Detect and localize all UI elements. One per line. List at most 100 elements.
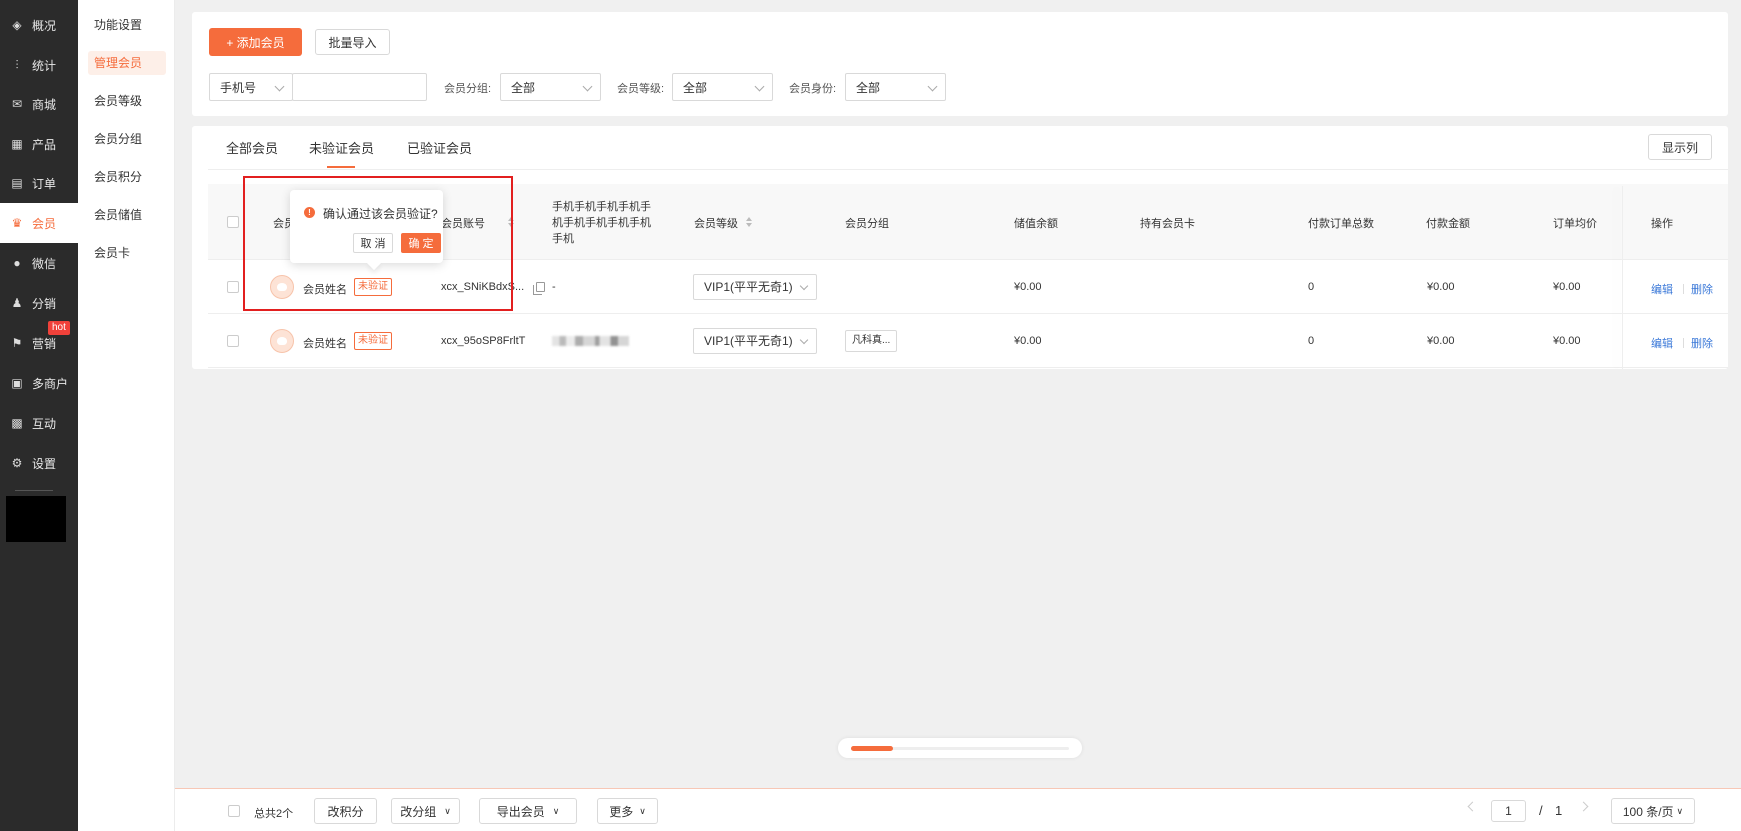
identity-filter-label: 会员身份: xyxy=(789,83,837,95)
member-balance: ¥0.00 xyxy=(1014,281,1042,293)
member-orders: 0 xyxy=(1308,335,1315,347)
identity-filter-value: 全部 xyxy=(856,80,881,95)
sort-icon[interactable] xyxy=(746,217,752,227)
chevron-down-icon xyxy=(582,81,593,92)
nav-item-settings[interactable]: ⚙ 设置 xyxy=(0,443,78,483)
select-all-bottom-checkbox[interactable] xyxy=(228,805,240,817)
nav-item-multistore[interactable]: ▣ 多商户 xyxy=(0,363,78,403)
member-name[interactable]: 会员姓名 xyxy=(303,281,347,297)
confirm-button[interactable]: 确 定 xyxy=(401,233,441,253)
select-all-checkbox[interactable] xyxy=(227,216,239,228)
delete-link[interactable]: 删除 xyxy=(1691,281,1713,297)
nav-item-product[interactable]: ▦ 产品 xyxy=(0,124,78,164)
nav-item-marketing[interactable]: ⚑ 营销 hot xyxy=(0,321,78,363)
member-avg: ¥0.00 xyxy=(1553,335,1581,347)
page-total: 1 xyxy=(1555,803,1563,818)
search-input[interactable] xyxy=(292,73,427,101)
warning-icon: ! xyxy=(304,207,315,218)
add-member-button[interactable]: + 添加会员 xyxy=(209,28,302,56)
clipboard-icon: ▤ xyxy=(11,176,23,190)
nav-item-wechat[interactable]: ● 微信 xyxy=(0,243,78,283)
submenu-item-member-groups[interactable]: 会员分组 xyxy=(88,127,166,151)
search-field-value: 手机号 xyxy=(220,80,257,95)
row-checkbox[interactable] xyxy=(227,281,239,293)
mail-icon: ✉ xyxy=(11,97,23,111)
header-level[interactable]: 会员等级 xyxy=(694,215,738,231)
member-avg: ¥0.00 xyxy=(1553,281,1581,293)
change-points-button[interactable]: 改积分 xyxy=(314,798,377,824)
level-filter-value: 全部 xyxy=(683,80,708,95)
show-columns-button[interactable]: 显示列 xyxy=(1648,134,1712,160)
chevron-down-icon: ∨ xyxy=(1676,805,1684,816)
copy-icon[interactable] xyxy=(533,282,545,295)
tab-divider xyxy=(208,169,1728,170)
search-field-select[interactable]: 手机号 xyxy=(209,73,293,101)
nav-item-order[interactable]: ▤ 订单 xyxy=(0,163,78,203)
flag-icon: ⚑ xyxy=(11,336,23,350)
member-account: xcx_95oSP8FrltT xyxy=(441,335,526,347)
page-size-select[interactable]: 100 条/页 ∨ xyxy=(1611,798,1695,824)
cancel-button[interactable]: 取 消 xyxy=(353,233,393,253)
horizontal-scrollbar[interactable] xyxy=(838,738,1082,758)
submenu-item-manage-members[interactable]: 管理会员 xyxy=(88,51,166,75)
submenu-item-function-settings[interactable]: 功能设置 xyxy=(88,13,166,37)
header-account[interactable]: 会员账号 xyxy=(441,215,485,231)
nav-item-mall[interactable]: ✉ 商城 xyxy=(0,84,78,124)
page-size-value: 100 条/页 xyxy=(1622,804,1674,819)
header-cards: 持有会员卡 xyxy=(1140,218,1195,230)
more-button[interactable]: 更多 ∨ xyxy=(597,798,658,824)
row-checkbox[interactable] xyxy=(227,335,239,347)
interact-icon: ▩ xyxy=(11,416,23,430)
nav-item-distribution[interactable]: ♟ 分销 xyxy=(0,283,78,323)
header-amount: 付款金额 xyxy=(1426,218,1470,230)
group-filter-select[interactable]: 全部 xyxy=(500,73,601,101)
member-name[interactable]: 会员姓名 xyxy=(303,335,347,351)
tab-verified-members[interactable]: 已验证会员 xyxy=(407,138,472,157)
level-filter-select[interactable]: 全部 xyxy=(672,73,773,101)
status-badge: 未验证 xyxy=(354,332,392,350)
chevron-down-icon xyxy=(274,81,285,92)
nav-item-interact[interactable]: ▩ 互动 xyxy=(0,403,78,443)
chart-icon: ⫶ xyxy=(15,57,19,72)
nav-label: 商城 xyxy=(32,97,57,112)
identity-filter-select[interactable]: 全部 xyxy=(845,73,946,101)
batch-import-button[interactable]: 批量导入 xyxy=(315,29,390,55)
total-count: 总共2个 xyxy=(254,808,294,820)
change-group-button[interactable]: 改分组 ∨ xyxy=(391,798,460,824)
crown-icon: ♛ xyxy=(11,216,23,230)
nav-divider xyxy=(15,490,53,491)
layers-icon: ◈ xyxy=(12,18,22,32)
divider xyxy=(1683,338,1684,348)
submenu-item-member-levels[interactable]: 会员等级 xyxy=(88,89,166,113)
sort-icon[interactable] xyxy=(508,217,514,227)
group-tag: 凡科真... xyxy=(845,330,898,352)
chevron-down-icon: ∨ xyxy=(444,805,451,816)
submenu-item-member-points[interactable]: 会员积分 xyxy=(88,165,166,189)
level-select[interactable]: VIP1(平平无奇1) xyxy=(693,328,817,354)
next-page-icon[interactable] xyxy=(1578,801,1589,812)
nav-label: 微信 xyxy=(32,256,57,271)
tab-all-members[interactable]: 全部会员 xyxy=(226,138,278,157)
prev-page-icon[interactable] xyxy=(1467,801,1478,812)
scrollbar-thumb[interactable] xyxy=(851,746,893,751)
edit-link[interactable]: 编辑 xyxy=(1651,281,1673,297)
nav-item-member[interactable]: ♛ 会员 xyxy=(0,203,78,243)
shop-logo[interactable] xyxy=(6,496,66,542)
delete-link[interactable]: 删除 xyxy=(1691,335,1713,351)
tab-unverified-members[interactable]: 未验证会员 xyxy=(309,138,374,157)
nav-item-stats[interactable]: ⫶ 统计 xyxy=(0,45,78,85)
export-members-button[interactable]: 导出会员 ∨ xyxy=(479,798,577,824)
edit-link[interactable]: 编辑 xyxy=(1651,335,1673,351)
submenu-item-member-balance[interactable]: 会员储值 xyxy=(88,203,166,227)
submenu-item-member-card[interactable]: 会员卡 xyxy=(88,241,166,265)
page-input[interactable]: 1 xyxy=(1491,800,1526,822)
member-orders: 0 xyxy=(1308,281,1315,293)
level-filter-label: 会员等级: xyxy=(617,83,665,95)
nav-label: 订单 xyxy=(32,176,57,191)
grid-icon: ▦ xyxy=(11,137,23,151)
nav-item-overview[interactable]: ◈ 概况 xyxy=(0,5,78,45)
level-select[interactable]: VIP1(平平无奇1) xyxy=(693,274,817,300)
header-phone: 手机手机手机手机手机手机手机手机手机手机 xyxy=(552,201,651,245)
wechat-icon: ● xyxy=(13,256,21,270)
page-separator: / xyxy=(1539,803,1543,818)
